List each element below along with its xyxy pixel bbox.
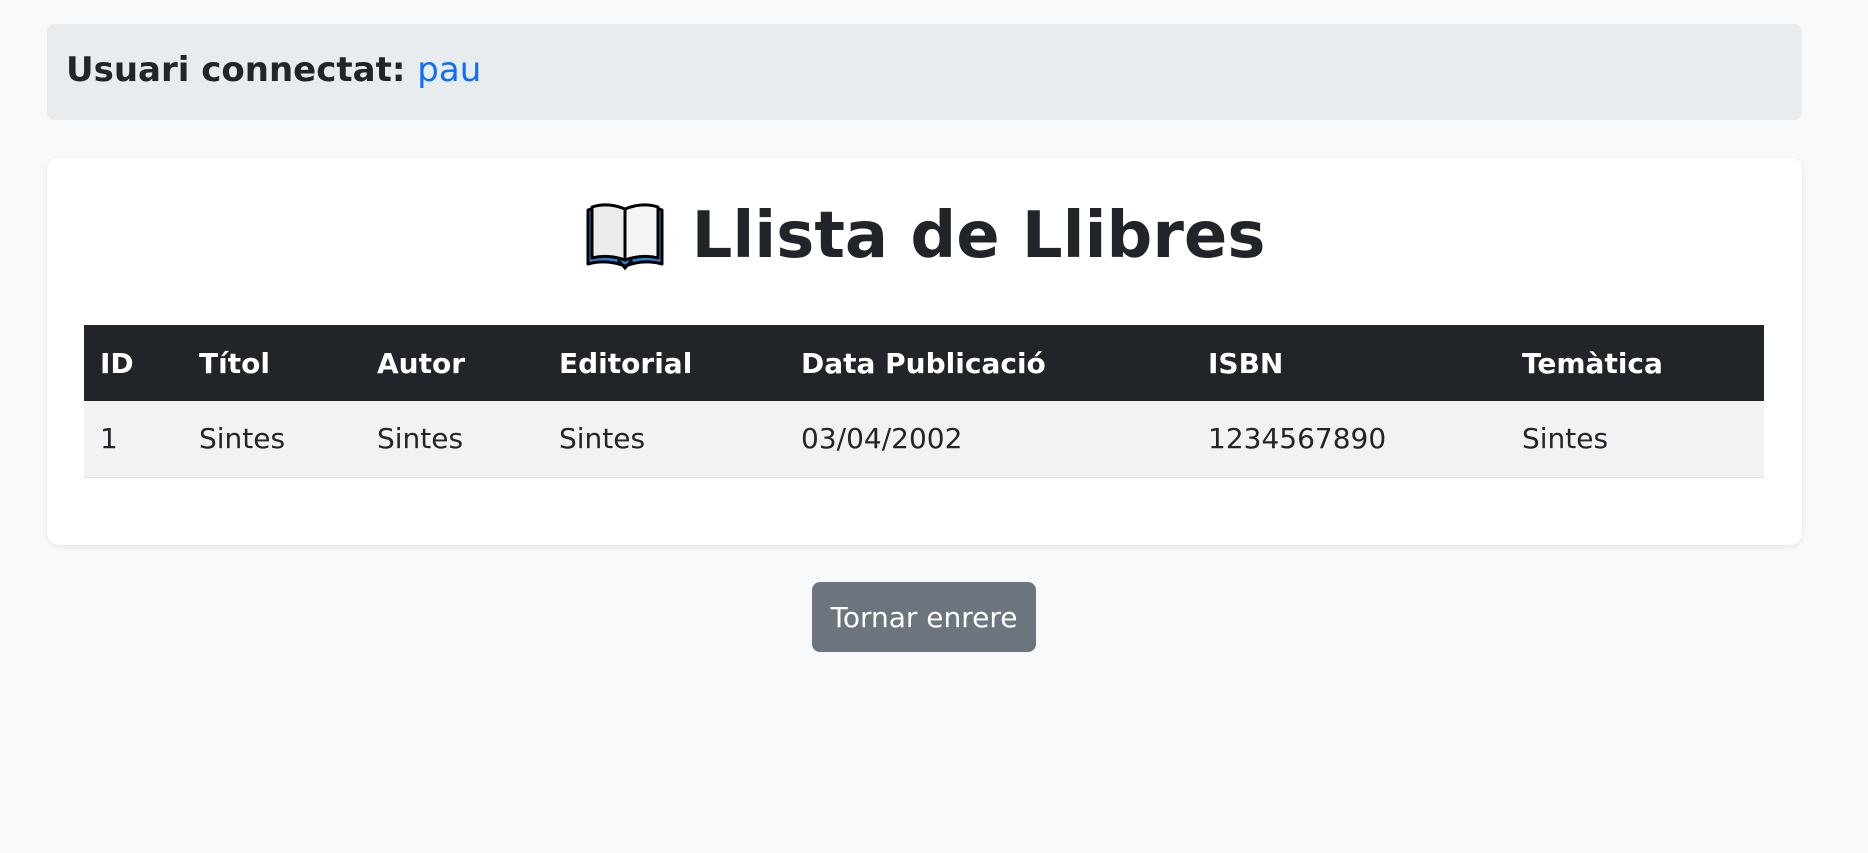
cell-topic: Sintes [1522,422,1609,456]
column-header-publication-date: Data Publicació [801,346,1046,380]
column-header-publisher: Editorial [559,346,693,380]
username: pau [417,50,482,90]
column-header-topic: Temàtica [1522,346,1663,380]
user-label: Usuari connectat: [66,50,406,90]
cell-publisher: Sintes [559,422,646,456]
column-header-id: ID [100,346,134,380]
open-book-icon [586,203,664,270]
table-row: 1 Sintes Sintes Sintes 03/04/2002 123456… [84,401,1764,477]
books-table: ID Títol Autor Editorial Data Publicació… [84,325,1764,478]
user-info-bar: Usuari connectat: pau [47,24,1802,120]
books-card: Llista de Llibres ID Títol Autor Editori… [47,158,1802,545]
cell-isbn: 1234567890 [1208,422,1387,456]
page-title: Llista de Llibres [47,202,1802,270]
back-button[interactable]: Tornar enrere [812,582,1036,652]
page-title-text: Llista de Llibres [691,199,1266,273]
table-header-row: ID Títol Autor Editorial Data Publicació… [84,325,1764,401]
cell-title: Sintes [199,422,286,456]
cell-id: 1 [100,422,118,456]
cell-publication-date: 03/04/2002 [801,422,963,456]
column-header-isbn: ISBN [1208,346,1284,380]
column-header-author: Autor [377,346,466,380]
user-info-heading: Usuari connectat: pau [66,53,481,87]
cell-author: Sintes [377,422,464,456]
column-header-title: Títol [199,346,270,380]
